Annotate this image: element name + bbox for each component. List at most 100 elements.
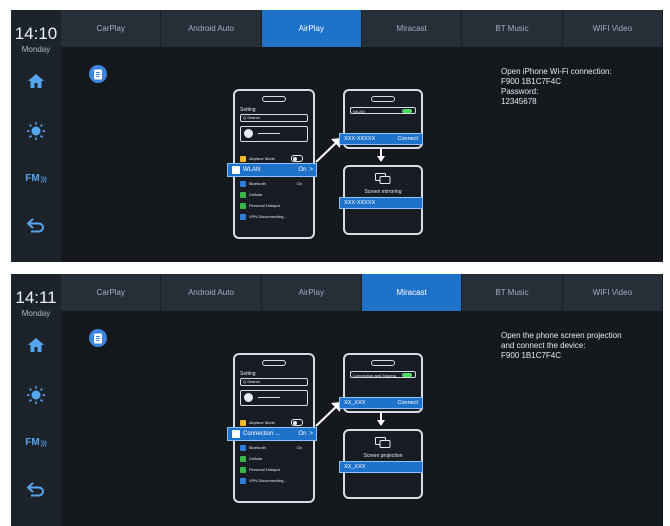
fm-radio-icon: FM))) bbox=[25, 173, 46, 184]
settings-row: Bluetooth On bbox=[240, 179, 306, 188]
toggle-on-switch bbox=[402, 109, 412, 113]
account-name-line bbox=[258, 133, 280, 134]
brightness-icon bbox=[27, 386, 45, 404]
brightness-button[interactable] bbox=[20, 118, 52, 144]
arrow-down-icon bbox=[377, 156, 385, 162]
avatar bbox=[244, 129, 253, 138]
network-row-highlight: XXX-XXXXX Connect bbox=[339, 133, 423, 145]
settings-row: Personal Hotspot bbox=[240, 465, 306, 474]
instruction-line: Password: bbox=[501, 87, 539, 96]
fm-button[interactable]: FM))) bbox=[20, 429, 52, 455]
settings-row-label: VPN Disconnecting... bbox=[249, 478, 287, 483]
settings-row: VPN Disconnecting... bbox=[240, 212, 306, 221]
toggle-switch bbox=[291, 419, 303, 426]
account-row bbox=[240, 390, 308, 406]
sidebar: 14:10 Monday FM))) bbox=[11, 10, 61, 262]
home-icon bbox=[28, 338, 44, 352]
phone-notch bbox=[262, 360, 286, 366]
tab-android-auto[interactable]: Android Auto bbox=[161, 274, 262, 311]
clock: 14:10 bbox=[14, 24, 58, 43]
clock: 14:11 bbox=[15, 288, 57, 307]
instruction-line: F900 1B1C7F4C bbox=[501, 77, 562, 86]
tab-carplay[interactable]: CarPlay bbox=[61, 10, 162, 47]
connection-toggle-row: Connection and Sharing bbox=[350, 371, 416, 378]
highlighted-settings-row: WLAN On > bbox=[227, 163, 317, 177]
back-button[interactable] bbox=[20, 212, 52, 238]
wifi-icon bbox=[232, 166, 240, 174]
screen-miracast: 14:11 Monday FM))) CarPlay Android Auto AirPl… bbox=[11, 274, 663, 526]
home-button[interactable] bbox=[20, 332, 52, 358]
settings-row-icon bbox=[240, 213, 246, 220]
tab-miracast[interactable]: Miracast bbox=[362, 10, 463, 47]
settings-row-value: On bbox=[296, 181, 302, 186]
fm-waves: ))) bbox=[40, 176, 47, 183]
settings-row-icon bbox=[240, 477, 246, 484]
mirror-device-ssid: XXX-XXXXX bbox=[344, 200, 376, 206]
content-area: Open iPhone Wi-Fi connection: F900 1B1C7F… bbox=[61, 47, 663, 262]
settings-row-label: Personal Hotspot bbox=[249, 467, 280, 472]
tab-bar: CarPlay Android Auto AirPlay Miracast BT Mus… bbox=[61, 10, 663, 47]
mirror-device-highlight: XX_XXX bbox=[339, 461, 423, 473]
toggle-switch bbox=[291, 155, 303, 162]
settings-title: Setting bbox=[240, 107, 256, 113]
settings-row-icon bbox=[240, 466, 246, 473]
instruction-line: 12345678 bbox=[501, 97, 537, 106]
connection-instructions: Open the phone screen projection and conn… bbox=[501, 331, 661, 361]
tab-airplay[interactable]: AirPlay bbox=[262, 274, 362, 311]
settings-row-icon bbox=[240, 444, 246, 451]
screen-mirroring-icon bbox=[375, 437, 391, 448]
settings-row-icon bbox=[240, 180, 246, 187]
tab-miracast[interactable]: Miracast bbox=[361, 274, 463, 311]
instruction-line: Open the phone screen projection bbox=[501, 331, 622, 340]
avatar bbox=[244, 393, 253, 402]
settings-row-label: Airplane Mode bbox=[249, 156, 275, 161]
settings-row-label: Cellular bbox=[249, 456, 263, 461]
mirror-device-highlight: XXX-XXXXX bbox=[339, 197, 423, 209]
highlighted-row-label: WLAN bbox=[243, 167, 261, 173]
instruction-line: Open iPhone Wi-Fi connection: bbox=[501, 67, 612, 76]
phone-notch bbox=[262, 96, 286, 102]
document-icon bbox=[94, 333, 102, 343]
connect-label: Connect bbox=[397, 136, 419, 142]
connection-toggle-label: WLAN bbox=[353, 109, 365, 114]
fm-button[interactable]: FM))) bbox=[20, 165, 52, 191]
chevron-right-icon: > bbox=[309, 167, 313, 173]
mirror-device-ssid: XX_XXX bbox=[344, 464, 366, 470]
network-ssid: XX_XXX bbox=[344, 400, 366, 406]
settings-row-icon bbox=[240, 202, 246, 209]
settings-row: Airplane Mode bbox=[240, 154, 306, 163]
tab-wifi-video[interactable]: WIFI Video bbox=[563, 274, 663, 311]
screen-mirroring-icon bbox=[375, 173, 391, 184]
instructions-button[interactable] bbox=[89, 65, 107, 83]
connection-instructions: Open iPhone Wi-Fi connection: F900 1B1C7F… bbox=[501, 67, 661, 107]
settings-row-icon bbox=[240, 191, 246, 198]
settings-row: VPN Disconnecting... bbox=[240, 476, 306, 485]
weekday: Monday bbox=[21, 45, 51, 54]
screen-airplay: 14:10 Monday FM))) CarPlay Android Auto AirPl… bbox=[11, 10, 663, 262]
tab-bt-music[interactable]: BT Music bbox=[462, 274, 563, 311]
tab-android-auto[interactable]: Android Auto bbox=[161, 10, 262, 47]
settings-row-label: Bluetooth bbox=[249, 181, 266, 186]
settings-row-icon bbox=[240, 455, 246, 462]
content-area: Open the phone screen projection and conn… bbox=[61, 311, 663, 526]
toggle-on-switch bbox=[402, 373, 412, 377]
home-button[interactable] bbox=[20, 68, 52, 94]
chevron-right-icon: > bbox=[309, 431, 313, 437]
highlighted-settings-row: Connection ... On > bbox=[227, 427, 317, 441]
network-ssid: XXX-XXXXX bbox=[344, 136, 376, 142]
fm-label: FM bbox=[25, 172, 40, 184]
settings-row-label: Cellular bbox=[249, 192, 263, 197]
tab-wifi-video[interactable]: WIFI Video bbox=[563, 10, 663, 47]
settings-row: Cellular bbox=[240, 454, 306, 463]
tab-bt-music[interactable]: BT Music bbox=[462, 10, 563, 47]
tab-carplay[interactable]: CarPlay bbox=[61, 274, 162, 311]
phone-notch bbox=[371, 96, 395, 102]
tab-airplay[interactable]: AirPlay bbox=[261, 10, 362, 47]
brightness-button[interactable] bbox=[20, 382, 52, 408]
instructions-button[interactable] bbox=[89, 329, 107, 347]
settings-title: Setting bbox=[240, 371, 256, 377]
connection-toggle-label: Connection and Sharing bbox=[353, 373, 396, 378]
back-button[interactable] bbox=[20, 476, 52, 502]
back-icon bbox=[26, 218, 44, 233]
fm-waves: ))) bbox=[40, 440, 47, 447]
